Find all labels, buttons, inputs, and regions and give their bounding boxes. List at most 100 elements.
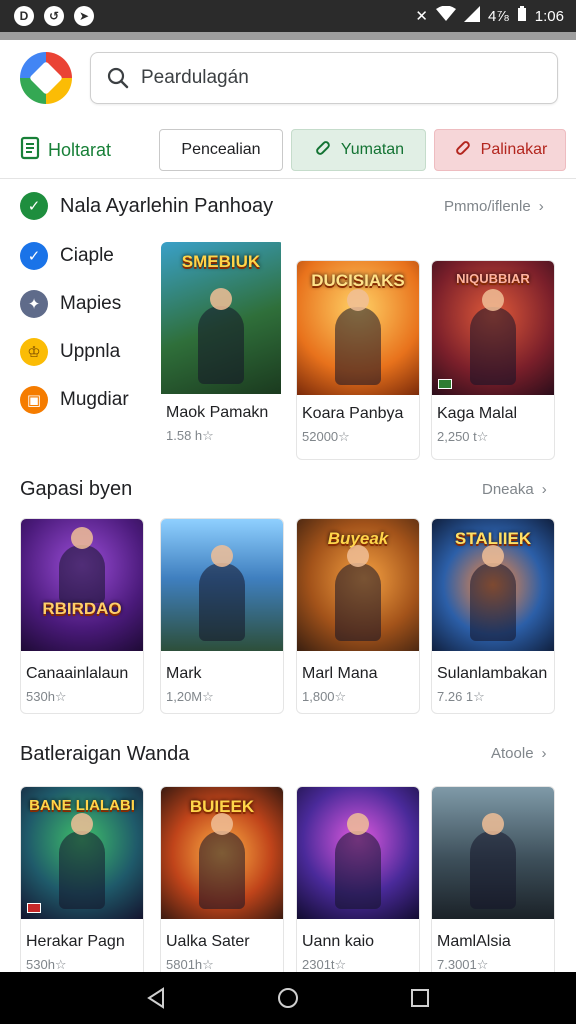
game-art: STALIIEK (432, 519, 554, 651)
game-rating: 1.58 h☆ (166, 428, 214, 443)
tab-yumatan[interactable]: Yumatan (291, 129, 426, 171)
game-title: Sulanlambakan (437, 665, 548, 682)
tag-icon (453, 138, 473, 163)
search-icon[interactable] (107, 67, 129, 89)
game-title: Herakar Pagn (26, 933, 125, 950)
game-rating: 530h☆ (26, 957, 67, 972)
game-card[interactable]: RBIRDAO Canaainlalaun 530h☆ (20, 518, 144, 714)
category-item-ciaple[interactable]: ✓ Ciaple (20, 242, 114, 270)
game-card[interactable]: Buyeak Marl Mana 1,800☆ (296, 518, 420, 714)
tab-label: Palinakar (480, 141, 548, 158)
search-bar[interactable] (90, 52, 558, 104)
divider (0, 178, 576, 179)
home-icon[interactable] (274, 984, 302, 1012)
chevron-right-icon: › (538, 198, 544, 215)
game-title: Koara Panbya (302, 405, 404, 422)
section-title: Batleraigan Wanda (20, 743, 190, 765)
category-item-mugdiar[interactable]: ▣ Mugdiar (20, 386, 129, 414)
game-art: Buyeak (297, 519, 419, 651)
game-art (297, 787, 419, 919)
game-title: Mark (166, 665, 202, 682)
art-title: BANE LIALABI (29, 797, 135, 814)
status-right: ✕ 4⅞ 1:06 (415, 5, 564, 26)
hero-figure-icon (335, 289, 381, 385)
game-card[interactable]: DUCISIAKS Koara Panbya 52000☆ (296, 260, 420, 460)
hero-figure-icon (59, 813, 105, 909)
game-art (161, 519, 283, 651)
game-card[interactable]: BANE LIALABI Herakar Pagn 530h☆ (20, 786, 144, 982)
status-strip (0, 32, 576, 40)
featured-title: Nala Ayarlehin Panhoay (60, 194, 274, 217)
clock: 1:06 (534, 7, 564, 25)
game-card[interactable]: STALIIEK Sulanlambakan 7.26 1☆ (431, 518, 555, 714)
chevron-right-icon: › (541, 745, 547, 762)
link-icon (313, 138, 333, 163)
system-nav-bar (0, 972, 576, 1024)
status-left: D ↺ ➤ (14, 6, 94, 26)
age-rating-badge-icon (438, 379, 452, 389)
game-title: Kaga Malal (437, 405, 518, 422)
game-art: DUCISIAKS (297, 261, 419, 395)
hero-figure-icon (470, 545, 516, 641)
game-rating: 7.26 1☆ (437, 689, 485, 704)
game-rating: 1,800☆ (302, 689, 347, 704)
home-tab-icon (20, 136, 40, 165)
hero-figure-icon (199, 545, 245, 641)
category-item-mapies[interactable]: ✦ Mapies (20, 290, 121, 318)
app-logo[interactable] (20, 52, 72, 104)
game-card[interactable]: NIQUBBIAR Kaga Malal 2,250 t☆ (431, 260, 555, 460)
game-art: NIQUBBIAR (432, 261, 554, 395)
battery-icon (517, 6, 527, 26)
notification-navigation-icon: ➤ (74, 6, 94, 26)
game-card[interactable]: BUIEEK Ualka Sater 5801h☆ (160, 786, 284, 982)
category-item-uppnla[interactable]: ♔ Uppnla (20, 338, 120, 366)
signal-icon (463, 6, 480, 26)
notification-d-icon: D (14, 6, 34, 26)
game-art (432, 787, 554, 919)
search-input[interactable] (141, 67, 521, 89)
art-title: SMEBIUK (181, 252, 261, 271)
wallet-icon: ▣ (20, 386, 48, 414)
game-rating: 530h☆ (26, 689, 67, 704)
game-art: BUIEEK (161, 787, 283, 919)
logo-mark-icon (29, 61, 63, 95)
featured-more-link[interactable]: Pmmo/iflenle › (444, 198, 544, 215)
chevron-right-icon: › (541, 481, 547, 498)
check-icon: ✓ (20, 242, 48, 270)
category-label: Mugdiar (60, 389, 129, 410)
category-label: Ciaple (60, 245, 114, 266)
age-rating-badge-icon (27, 903, 41, 913)
tab-pencealian[interactable]: Pencealian (159, 129, 283, 171)
game-rating: 5801h☆ (166, 957, 214, 972)
featured-more-label: Pmmo/iflenle (444, 198, 531, 215)
game-art: BANE LIALABI (21, 787, 143, 919)
section-more-label: Atoole (491, 745, 534, 762)
hero-figure-icon (198, 288, 244, 384)
game-card[interactable]: SMEBIUK Maok Pamakn 1.58 h☆ (161, 242, 285, 447)
art-title: NIQUBBIAR (456, 271, 530, 286)
section-more-label: Dneaka (482, 481, 534, 498)
game-rating: 1,20M☆ (166, 689, 214, 704)
game-title: Canaainlalaun (26, 665, 129, 682)
section-more-link[interactable]: Atoole › (491, 745, 547, 762)
game-rating: 52000☆ (302, 429, 350, 444)
crown-icon: ♔ (20, 338, 48, 366)
game-card[interactable]: Mark 1,20M☆ (160, 518, 284, 714)
game-card[interactable]: Uann kaio 2301t☆ (296, 786, 420, 982)
tab-palinakar[interactable]: Palinakar (434, 129, 566, 171)
wifi-icon (435, 5, 456, 26)
checkmark-icon: ✓ (20, 192, 48, 220)
hero-figure-icon (335, 545, 381, 641)
tab-home-label: Holtarat (48, 140, 112, 160)
recents-icon[interactable] (406, 984, 434, 1012)
section-title: Gapasi byen (20, 478, 133, 500)
back-icon[interactable] (142, 984, 170, 1012)
tab-home[interactable]: Holtarat (20, 136, 111, 165)
game-card[interactable]: MamlAlsia 7.3001☆ (431, 786, 555, 982)
game-rating: 2301t☆ (302, 957, 347, 972)
game-rating: 7.3001☆ (437, 957, 489, 972)
section-more-link[interactable]: Dneaka › (482, 481, 547, 498)
hero-figure-icon (470, 813, 516, 909)
mute-icon: ✕ (415, 8, 428, 25)
category-label: Mapies (60, 293, 122, 314)
